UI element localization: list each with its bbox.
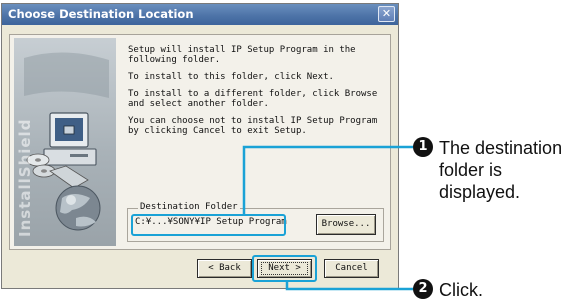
callout-2-line — [285, 282, 413, 291]
callout-1-line — [242, 145, 413, 215]
callout-text-1: The destination folder is displayed. — [439, 138, 563, 202]
callout-text-2: Click. — [439, 280, 483, 300]
callout-number-1: 1 — [413, 137, 433, 157]
callout-number-2: 2 — [413, 279, 433, 299]
